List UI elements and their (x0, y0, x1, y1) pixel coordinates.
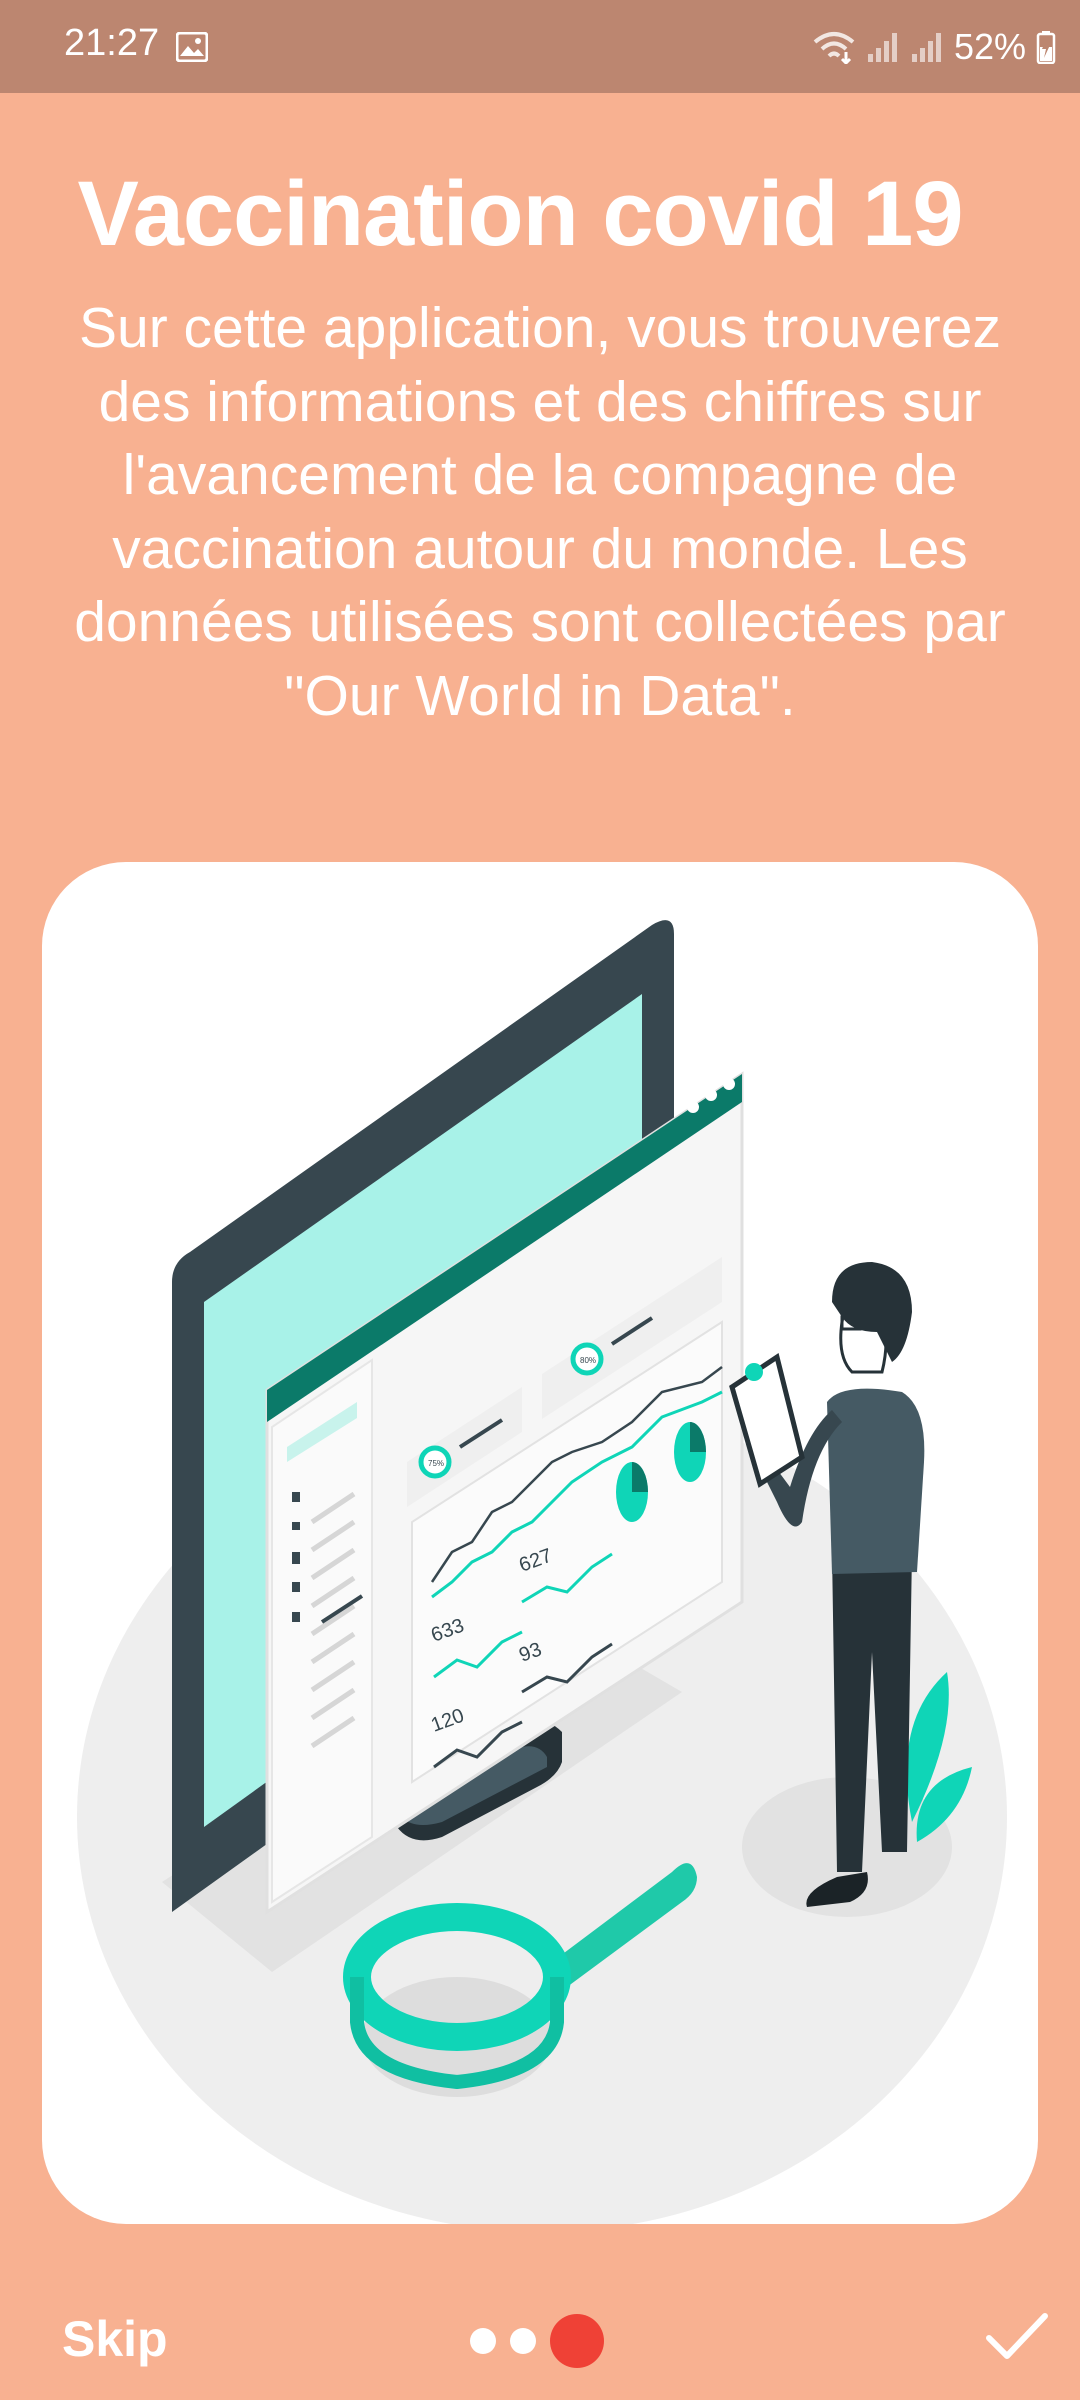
page-indicator (470, 2313, 604, 2369)
status-time: 21:27 (64, 22, 160, 64)
badge-75: 75% (428, 1459, 444, 1468)
status-icons: 52% (812, 22, 1056, 72)
page-dot[interactable] (510, 2328, 536, 2354)
illustration-card: 75% 80% 633 627 93 120 (42, 862, 1038, 2224)
checkmark-icon[interactable] (985, 2310, 1049, 2362)
skip-button[interactable]: Skip (62, 2310, 168, 2368)
status-bar: 21:27 52% (0, 0, 1080, 93)
intro-description: Sur cette application, vous trouverez de… (74, 296, 1006, 728)
battery-percent: 52% (953, 26, 1026, 67)
signal-icon (911, 33, 941, 62)
signal-icon (867, 33, 897, 62)
badge-80: 80% (580, 1356, 596, 1365)
battery-icon (1036, 31, 1056, 64)
gallery-icon (176, 32, 208, 62)
person-torso (827, 1388, 925, 1574)
data-analysis-illustration: 75% 80% 633 627 93 120 (77, 920, 1007, 2224)
wifi-icon (813, 32, 855, 64)
page-title: Vaccination covid 19 (77, 163, 963, 265)
page-dot-active[interactable] (550, 2314, 604, 2368)
page-dot[interactable] (470, 2328, 496, 2354)
